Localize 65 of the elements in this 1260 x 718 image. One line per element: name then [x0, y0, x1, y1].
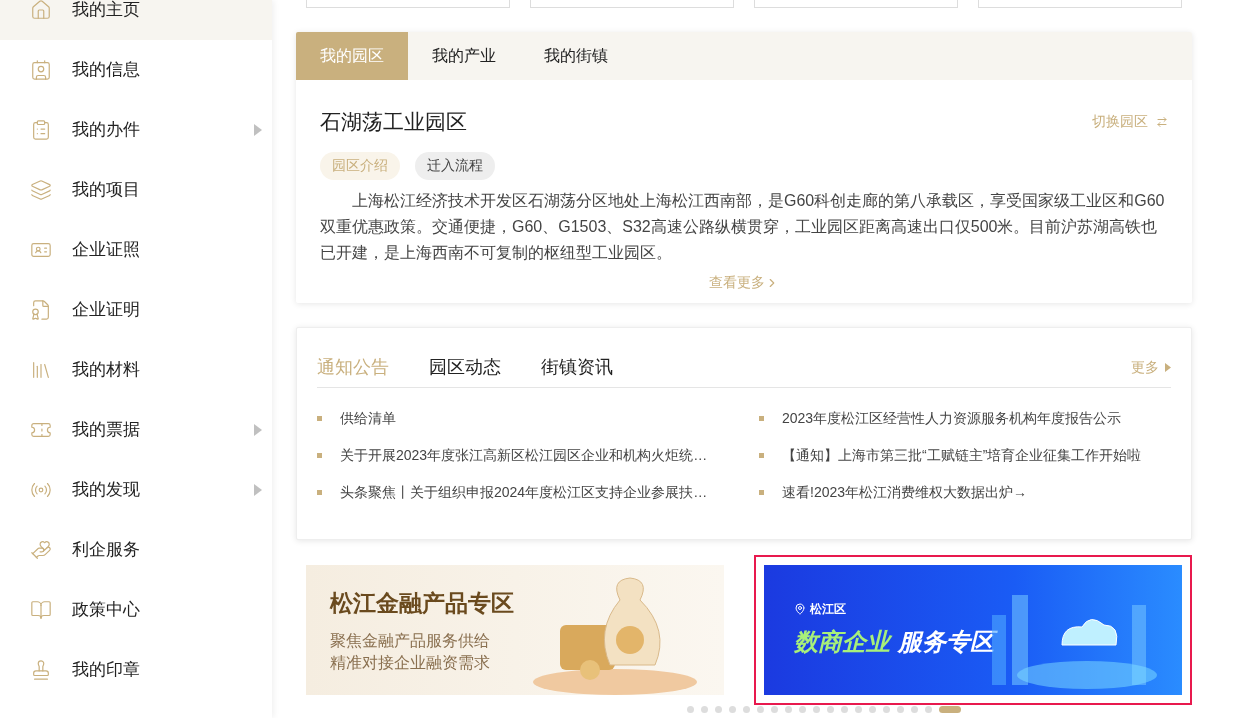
layers-icon: [30, 179, 52, 201]
bullet-icon: [317, 490, 322, 495]
sidebar-label: 政策中心: [72, 599, 141, 622]
sidebar-item[interactable]: 企业证照: [0, 220, 272, 280]
books-icon: [30, 359, 52, 381]
news-tab[interactable]: 街镇资讯: [541, 354, 613, 381]
sidebar-item[interactable]: 企业证明: [0, 280, 272, 340]
sidebar-item[interactable]: 我的材料: [0, 340, 272, 400]
news-link[interactable]: 头条聚焦丨关于组织申报2024年度松江区支持企业参展扶…: [340, 482, 708, 503]
hands-heart-icon: [30, 539, 52, 561]
sidebar-item[interactable]: 我的办件: [0, 100, 272, 160]
open-book-icon: [30, 599, 52, 621]
bullet-icon: [759, 416, 764, 421]
park-description: 上海松江经济技术开发区石湖荡分区地处上海松江西南部，是G60科创走廊的第八承载区，享受国家级工业区和G60双重优惠政策。交通便捷，G60、G1503、S32高速公路纵横贯穿，工业园区距离高速出口仅500米。目前沪苏湖高铁也已开建，是上海西南不可复制的枢纽型工业园区。: [320, 190, 1166, 263]
sidebar-label: 我的信息: [72, 59, 141, 82]
home-icon: [30, 0, 52, 21]
sidebar-item[interactable]: 我的主页: [0, 0, 272, 40]
sidebar-label: 企业证照: [72, 239, 141, 262]
news-link[interactable]: 【通知】上海市第三批“工赋链主”培育企业征集工作开始啦: [782, 445, 1142, 466]
sidebar-item[interactable]: 我的票据: [0, 400, 272, 460]
news-link[interactable]: 关于开展2023年度张江高新区松江园区企业和机构火炬统…: [340, 445, 708, 466]
sidebar-label: 企业证明: [72, 299, 141, 322]
news-link[interactable]: 2023年度松江区经营性人力资源服务机构年度报告公示: [782, 408, 1122, 429]
sidebar-label: 我的材料: [72, 359, 141, 382]
bullet-icon: [759, 490, 764, 495]
park-tag[interactable]: 迁入流程: [415, 151, 495, 180]
stamp-icon: [30, 659, 52, 681]
sidebar-label: 利企服务: [72, 539, 141, 562]
sidebar-item[interactable]: 我的项目: [0, 160, 272, 220]
digital-banner[interactable]: 松江区 数商企业 服务专区: [764, 565, 1182, 695]
sidebar-item[interactable]: 我的信息: [0, 40, 272, 100]
sidebar-label: 我的票据: [72, 419, 141, 442]
banner-title: 松江金融产品专区: [330, 588, 514, 618]
sidebar-label: 我的发现: [72, 479, 141, 502]
caret-icon: [1165, 363, 1171, 372]
park-tab[interactable]: 我的产业: [408, 32, 520, 80]
sidebar-item[interactable]: 我的印章: [0, 640, 272, 700]
finance-banner[interactable]: 松江金融产品专区 聚焦金融产品服务供给 精准对接企业融资需求: [306, 565, 724, 695]
sidebar-label: 我的印章: [72, 659, 141, 682]
banner-title-accent: 数商企业: [794, 627, 890, 657]
sidebar-label: 我的项目: [72, 179, 141, 202]
switch-icon: [1156, 115, 1168, 128]
caret-icon: [254, 424, 262, 436]
park-tab[interactable]: 我的街镇: [520, 32, 632, 80]
banner-subtitle: 精准对接企业融资需求: [330, 653, 491, 674]
bullet-icon: [317, 416, 322, 421]
certificate-icon: [30, 299, 52, 321]
person-card-icon: [30, 59, 52, 81]
sidebar-item[interactable]: 我的发现: [0, 460, 272, 520]
news-link[interactable]: 供给清单: [340, 408, 396, 429]
caret-icon: [254, 124, 262, 136]
sidebar-item[interactable]: 政策中心: [0, 580, 272, 640]
bullet-icon: [317, 453, 322, 458]
clipboard-icon: [30, 119, 52, 141]
location-label: 松江区: [810, 601, 846, 618]
banner-subtitle: 聚焦金融产品服务供给: [330, 631, 491, 652]
location-pin-icon: [794, 603, 806, 615]
bullet-icon: [759, 453, 764, 458]
park-title: 石湖荡工业园区: [320, 109, 467, 135]
sidebar-label: 我的办件: [72, 119, 141, 142]
news-tab[interactable]: 园区动态: [429, 354, 501, 381]
news-link[interactable]: 速看!2023年松江消费维权大数据出炉→: [782, 482, 1028, 503]
caret-icon: [254, 484, 262, 496]
sidebar-item[interactable]: 利企服务: [0, 520, 272, 580]
sidebar-label: 我的主页: [72, 0, 141, 22]
